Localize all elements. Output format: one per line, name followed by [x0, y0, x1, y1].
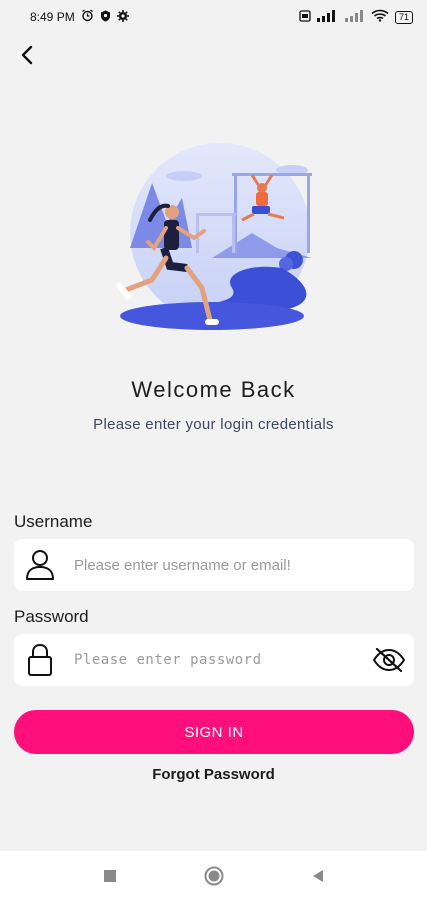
shield-icon — [100, 10, 111, 25]
home-button[interactable] — [202, 864, 226, 888]
page-title: Welcome Back — [131, 377, 296, 402]
forgot-password-link[interactable]: Forgot Password — [0, 766, 427, 783]
username-label: Username — [14, 512, 93, 531]
recent-apps-icon — [103, 869, 116, 882]
status-right: 71 — [299, 9, 413, 25]
password-input[interactable] — [66, 634, 364, 686]
signal-icon — [316, 9, 339, 25]
hero-illustration — [112, 138, 317, 338]
battery-indicator: 71 — [394, 10, 413, 24]
status-time: 8:49 PM — [30, 10, 75, 24]
password-label: Password — [14, 607, 89, 626]
signal-icon — [344, 9, 365, 25]
sim-icon — [299, 9, 311, 25]
settings-icon — [116, 9, 129, 25]
lock-icon — [14, 643, 66, 677]
back-button[interactable] — [14, 42, 40, 68]
eye-off-icon — [372, 648, 406, 672]
username-input[interactable] — [66, 539, 414, 591]
status-bar: 8:49 PM 71 — [0, 0, 427, 34]
home-icon — [204, 866, 223, 885]
navigation-bar — [0, 851, 427, 900]
user-icon — [14, 549, 66, 581]
status-left: 8:49 PM — [30, 9, 129, 25]
password-field — [14, 634, 414, 686]
alarm-icon — [81, 9, 94, 25]
page-subtitle: Please enter your login credentials — [93, 416, 334, 433]
recent-apps-button[interactable] — [98, 864, 122, 888]
username-field — [14, 539, 414, 591]
sign-in-button[interactable]: SIGN IN — [14, 710, 414, 754]
toggle-password-visibility-button[interactable] — [364, 648, 414, 672]
back-icon — [312, 869, 323, 882]
system-back-button[interactable] — [306, 864, 330, 888]
chevron-left-icon — [21, 45, 33, 65]
wifi-icon — [371, 9, 389, 25]
